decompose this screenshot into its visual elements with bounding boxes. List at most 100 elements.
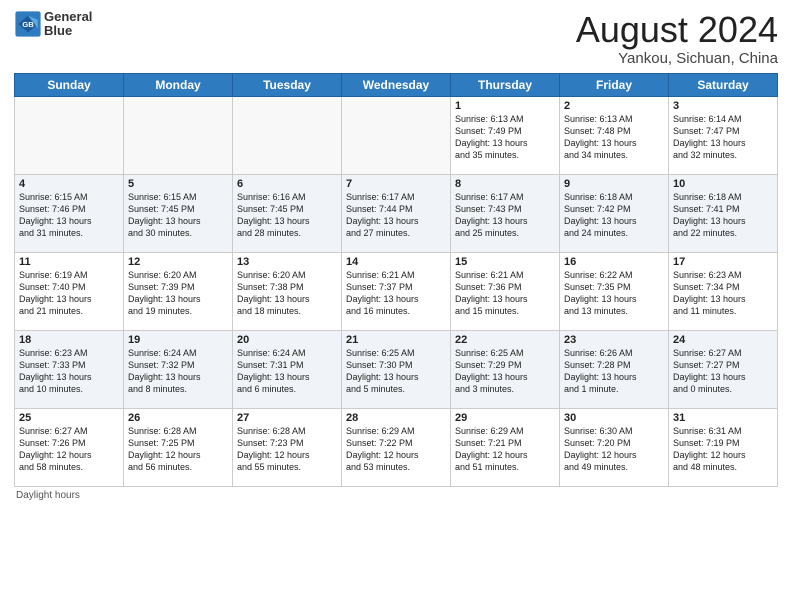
day-info: Sunrise: 6:28 AM Sunset: 7:23 PM Dayligh…	[237, 425, 337, 474]
calendar-cell: 17Sunrise: 6:23 AM Sunset: 7:34 PM Dayli…	[669, 252, 778, 330]
calendar-cell: 6Sunrise: 6:16 AM Sunset: 7:45 PM Daylig…	[233, 174, 342, 252]
calendar-cell: 14Sunrise: 6:21 AM Sunset: 7:37 PM Dayli…	[342, 252, 451, 330]
calendar-cell: 20Sunrise: 6:24 AM Sunset: 7:31 PM Dayli…	[233, 330, 342, 408]
calendar-cell: 28Sunrise: 6:29 AM Sunset: 7:22 PM Dayli…	[342, 408, 451, 486]
day-number: 26	[128, 412, 228, 424]
calendar-week-row: 4Sunrise: 6:15 AM Sunset: 7:46 PM Daylig…	[15, 174, 778, 252]
day-info: Sunrise: 6:25 AM Sunset: 7:30 PM Dayligh…	[346, 347, 446, 396]
daylight-label: Daylight hours	[16, 490, 80, 501]
day-number: 3	[673, 100, 773, 112]
day-info: Sunrise: 6:29 AM Sunset: 7:21 PM Dayligh…	[455, 425, 555, 474]
page-container: GB General Blue August 2024 Yankou, Sich…	[0, 0, 792, 507]
day-info: Sunrise: 6:27 AM Sunset: 7:27 PM Dayligh…	[673, 347, 773, 396]
day-info: Sunrise: 6:31 AM Sunset: 7:19 PM Dayligh…	[673, 425, 773, 474]
day-info: Sunrise: 6:20 AM Sunset: 7:39 PM Dayligh…	[128, 269, 228, 318]
logo-icon: GB	[14, 10, 42, 38]
day-info: Sunrise: 6:21 AM Sunset: 7:36 PM Dayligh…	[455, 269, 555, 318]
day-info: Sunrise: 6:27 AM Sunset: 7:26 PM Dayligh…	[19, 425, 119, 474]
day-info: Sunrise: 6:24 AM Sunset: 7:32 PM Dayligh…	[128, 347, 228, 396]
day-info: Sunrise: 6:29 AM Sunset: 7:22 PM Dayligh…	[346, 425, 446, 474]
calendar-cell	[15, 96, 124, 174]
day-number: 10	[673, 178, 773, 190]
day-info: Sunrise: 6:22 AM Sunset: 7:35 PM Dayligh…	[564, 269, 664, 318]
day-info: Sunrise: 6:18 AM Sunset: 7:42 PM Dayligh…	[564, 191, 664, 240]
calendar-cell: 22Sunrise: 6:25 AM Sunset: 7:29 PM Dayli…	[451, 330, 560, 408]
day-number: 27	[237, 412, 337, 424]
calendar-cell: 10Sunrise: 6:18 AM Sunset: 7:41 PM Dayli…	[669, 174, 778, 252]
day-info: Sunrise: 6:21 AM Sunset: 7:37 PM Dayligh…	[346, 269, 446, 318]
day-info: Sunrise: 6:23 AM Sunset: 7:34 PM Dayligh…	[673, 269, 773, 318]
day-number: 22	[455, 334, 555, 346]
day-number: 18	[19, 334, 119, 346]
day-number: 2	[564, 100, 664, 112]
weekday-header: Saturday	[669, 73, 778, 96]
day-number: 9	[564, 178, 664, 190]
calendar-week-row: 11Sunrise: 6:19 AM Sunset: 7:40 PM Dayli…	[15, 252, 778, 330]
day-number: 4	[19, 178, 119, 190]
day-number: 28	[346, 412, 446, 424]
day-number: 20	[237, 334, 337, 346]
day-info: Sunrise: 6:24 AM Sunset: 7:31 PM Dayligh…	[237, 347, 337, 396]
calendar-cell: 12Sunrise: 6:20 AM Sunset: 7:39 PM Dayli…	[124, 252, 233, 330]
day-info: Sunrise: 6:26 AM Sunset: 7:28 PM Dayligh…	[564, 347, 664, 396]
weekday-header: Wednesday	[342, 73, 451, 96]
day-number: 21	[346, 334, 446, 346]
day-info: Sunrise: 6:25 AM Sunset: 7:29 PM Dayligh…	[455, 347, 555, 396]
day-number: 5	[128, 178, 228, 190]
calendar-cell: 11Sunrise: 6:19 AM Sunset: 7:40 PM Dayli…	[15, 252, 124, 330]
calendar-cell: 2Sunrise: 6:13 AM Sunset: 7:48 PM Daylig…	[560, 96, 669, 174]
day-number: 19	[128, 334, 228, 346]
weekday-header: Monday	[124, 73, 233, 96]
calendar-cell: 8Sunrise: 6:17 AM Sunset: 7:43 PM Daylig…	[451, 174, 560, 252]
calendar-table: SundayMondayTuesdayWednesdayThursdayFrid…	[14, 73, 778, 487]
day-number: 12	[128, 256, 228, 268]
calendar-cell: 27Sunrise: 6:28 AM Sunset: 7:23 PM Dayli…	[233, 408, 342, 486]
day-info: Sunrise: 6:19 AM Sunset: 7:40 PM Dayligh…	[19, 269, 119, 318]
calendar-cell	[342, 96, 451, 174]
main-title: August 2024	[576, 10, 778, 50]
calendar-cell: 23Sunrise: 6:26 AM Sunset: 7:28 PM Dayli…	[560, 330, 669, 408]
day-number: 11	[19, 256, 119, 268]
weekday-header: Friday	[560, 73, 669, 96]
day-number: 25	[19, 412, 119, 424]
logo: GB General Blue	[14, 10, 92, 39]
weekday-header: Sunday	[15, 73, 124, 96]
day-number: 14	[346, 256, 446, 268]
calendar-cell: 4Sunrise: 6:15 AM Sunset: 7:46 PM Daylig…	[15, 174, 124, 252]
day-number: 1	[455, 100, 555, 112]
calendar-cell: 30Sunrise: 6:30 AM Sunset: 7:20 PM Dayli…	[560, 408, 669, 486]
day-info: Sunrise: 6:15 AM Sunset: 7:46 PM Dayligh…	[19, 191, 119, 240]
day-info: Sunrise: 6:17 AM Sunset: 7:43 PM Dayligh…	[455, 191, 555, 240]
calendar-cell: 18Sunrise: 6:23 AM Sunset: 7:33 PM Dayli…	[15, 330, 124, 408]
day-info: Sunrise: 6:28 AM Sunset: 7:25 PM Dayligh…	[128, 425, 228, 474]
calendar-cell: 21Sunrise: 6:25 AM Sunset: 7:30 PM Dayli…	[342, 330, 451, 408]
calendar-week-row: 25Sunrise: 6:27 AM Sunset: 7:26 PM Dayli…	[15, 408, 778, 486]
logo-line2: Blue	[44, 24, 92, 38]
day-number: 13	[237, 256, 337, 268]
day-info: Sunrise: 6:18 AM Sunset: 7:41 PM Dayligh…	[673, 191, 773, 240]
day-info: Sunrise: 6:23 AM Sunset: 7:33 PM Dayligh…	[19, 347, 119, 396]
logo-line1: General	[44, 10, 92, 24]
day-number: 6	[237, 178, 337, 190]
calendar-cell: 29Sunrise: 6:29 AM Sunset: 7:21 PM Dayli…	[451, 408, 560, 486]
calendar-cell: 5Sunrise: 6:15 AM Sunset: 7:45 PM Daylig…	[124, 174, 233, 252]
calendar-cell: 1Sunrise: 6:13 AM Sunset: 7:49 PM Daylig…	[451, 96, 560, 174]
day-number: 31	[673, 412, 773, 424]
day-number: 7	[346, 178, 446, 190]
day-info: Sunrise: 6:20 AM Sunset: 7:38 PM Dayligh…	[237, 269, 337, 318]
calendar-week-row: 1Sunrise: 6:13 AM Sunset: 7:49 PM Daylig…	[15, 96, 778, 174]
header: GB General Blue August 2024 Yankou, Sich…	[14, 10, 778, 67]
calendar-cell	[124, 96, 233, 174]
day-number: 8	[455, 178, 555, 190]
calendar-cell: 24Sunrise: 6:27 AM Sunset: 7:27 PM Dayli…	[669, 330, 778, 408]
calendar-cell: 19Sunrise: 6:24 AM Sunset: 7:32 PM Dayli…	[124, 330, 233, 408]
day-info: Sunrise: 6:13 AM Sunset: 7:48 PM Dayligh…	[564, 113, 664, 162]
calendar-header-row: SundayMondayTuesdayWednesdayThursdayFrid…	[15, 73, 778, 96]
day-number: 30	[564, 412, 664, 424]
day-info: Sunrise: 6:15 AM Sunset: 7:45 PM Dayligh…	[128, 191, 228, 240]
calendar-cell: 25Sunrise: 6:27 AM Sunset: 7:26 PM Dayli…	[15, 408, 124, 486]
calendar-cell: 13Sunrise: 6:20 AM Sunset: 7:38 PM Dayli…	[233, 252, 342, 330]
day-info: Sunrise: 6:17 AM Sunset: 7:44 PM Dayligh…	[346, 191, 446, 240]
day-info: Sunrise: 6:14 AM Sunset: 7:47 PM Dayligh…	[673, 113, 773, 162]
weekday-header: Thursday	[451, 73, 560, 96]
